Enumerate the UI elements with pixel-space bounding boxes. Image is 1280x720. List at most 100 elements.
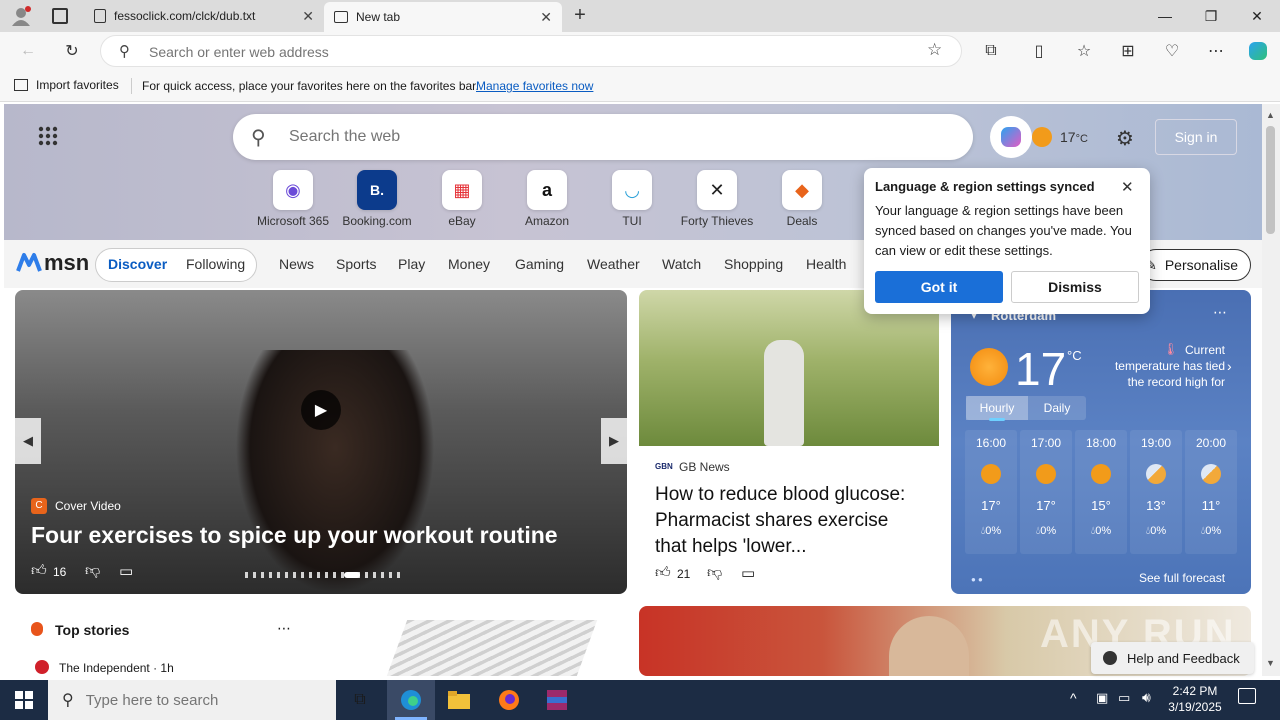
taskbar-search-input[interactable] [85,691,316,709]
like-icon[interactable]: 👍︎ [31,562,47,580]
restore-button[interactable]: ❐ [1188,0,1234,32]
help-feedback-button[interactable]: Help and Feedback [1091,642,1254,674]
tile-booking[interactable]: B. Booking.com [334,170,420,228]
more-menu-icon[interactable]: ⋯ [1200,35,1232,67]
product-card[interactable] [327,606,627,676]
profile-icon[interactable] [10,6,32,26]
minimize-button[interactable]: — [1142,0,1188,32]
news-title[interactable]: How to reduce blood glucose: Pharmacist … [655,482,923,560]
performance-icon[interactable]: ♡ [1156,35,1188,67]
tray-device-icon[interactable]: ▣ [1096,690,1108,706]
split-screen-icon[interactable]: ▯ [1023,35,1055,67]
close-tab-icon[interactable]: ✕ [302,8,314,25]
play-button[interactable]: ▶ [301,390,341,430]
personalise-button[interactable]: ✎ Personalise [1140,249,1251,281]
nav-news[interactable]: News [279,256,314,272]
collections-icon[interactable]: ⊞ [1112,35,1144,67]
refresh-button[interactable]: ↻ [56,35,88,67]
got-it-button[interactable]: Got it [875,271,1003,303]
comment-icon[interactable]: ▭ [741,564,755,582]
start-button[interactable] [0,680,48,720]
close-window-button[interactable]: ✕ [1234,0,1280,32]
tab-hourly[interactable]: Hourly [966,396,1028,420]
nav-health[interactable]: Health [806,256,846,272]
scroll-up-arrow[interactable]: ▲ [1266,110,1275,120]
comment-icon[interactable]: ▭ [119,562,133,580]
edge-taskbar-icon[interactable] [387,680,435,720]
task-view-icon[interactable]: ⧉ [336,680,384,720]
carousel-prev-button[interactable]: ◀ [15,418,41,464]
file-explorer-icon[interactable] [435,680,483,720]
nav-gaming[interactable]: Gaming [515,256,564,272]
scroll-down-arrow[interactable]: ▼ [1266,658,1275,668]
tray-chevron-icon[interactable]: ^ [1070,690,1077,706]
page-scrollbar[interactable]: ▲ ▼ [1262,104,1280,676]
import-favorites[interactable]: Import favorites [14,78,119,92]
tab-new[interactable]: New tab ✕ [324,2,562,32]
address-input[interactable] [149,42,909,62]
address-bar[interactable]: ⚲ ☆ [100,35,962,67]
import-label: Import favorites [36,78,119,92]
notifications-icon[interactable] [1238,688,1256,704]
weather-note-chevron-icon[interactable]: › [1227,358,1232,374]
carousel-dots[interactable] [245,572,401,578]
header-weather[interactable]: 17°C [1060,129,1088,145]
tab-following[interactable]: Following [186,256,245,272]
tile-microsoft-365[interactable]: ◉ Microsoft 365 [250,170,336,228]
carousel-next-button[interactable]: ▶ [601,418,627,464]
msn-logo[interactable]: msn [16,250,89,276]
weather-more-icon[interactable]: ⋯ [1213,304,1227,321]
tui-icon: ◡ [612,170,652,210]
web-search-input[interactable] [289,126,929,148]
like-icon[interactable]: 👍︎ [655,564,671,582]
tab-daily[interactable]: Daily [1028,396,1086,420]
copilot-icon[interactable] [1242,35,1274,67]
network-icon[interactable]: ▭ [1118,690,1130,706]
back-button[interactable]: ← [12,35,44,67]
apps-grid-icon[interactable] [38,126,58,146]
tile-amazon[interactable]: a Amazon [504,170,590,228]
firefox-icon[interactable] [485,680,533,720]
top-stories-more-icon[interactable]: ⋯ [277,620,291,637]
weather-page-dots[interactable]: ● ● [971,575,983,584]
sign-in-button[interactable]: Sign in [1155,119,1237,155]
volume-icon[interactable]: 🔊︎ [1142,689,1151,706]
see-full-forecast-link[interactable]: See full forecast [1139,571,1225,585]
tab-actions-icon[interactable] [52,8,68,24]
extensions-icon[interactable]: ⧉ [975,35,1007,67]
dismiss-button[interactable]: Dismiss [1011,271,1139,303]
manage-favorites-link[interactable]: Manage favorites now [476,79,593,93]
nav-play[interactable]: Play [398,256,425,272]
copilot-avatar[interactable] [990,116,1032,158]
new-tab-button[interactable]: + [568,4,592,28]
feature-title[interactable]: Four exercises to spice up your workout … [31,522,558,549]
nav-shopping[interactable]: Shopping [724,256,783,272]
weather-sun-icon [970,348,1008,386]
close-tab-icon[interactable]: ✕ [540,9,552,26]
tile-ebay[interactable]: ▦ eBay [419,170,505,228]
tile-forty-thieves[interactable]: ✕ Forty Thieves [674,170,760,228]
taskbar-search[interactable]: ⚲ [48,680,336,720]
feature-video-card[interactable]: ▶ ◀ ▶ C Cover Video Four exercises to sp… [15,290,627,594]
weather-card[interactable]: ▾ Rotterdam ⋯ 17 °C 🌡︎ Current temperatu… [951,290,1251,594]
tab-file[interactable]: fessoclick.com/clck/dub.txt ✕ [84,0,324,32]
favorite-star-icon[interactable]: ☆ [927,40,942,60]
weather-note[interactable]: Current temperature has tied the record … [1101,342,1225,390]
dislike-icon[interactable]: 👎︎ [85,562,100,580]
tile-tui[interactable]: ◡ TUI [589,170,675,228]
clock[interactable]: 2:42 PM 3/19/2025 [1168,683,1222,715]
tab-discover[interactable]: Discover [108,256,167,272]
scroll-thumb[interactable] [1266,126,1275,234]
nav-sports[interactable]: Sports [336,256,376,272]
nav-money[interactable]: Money [448,256,490,272]
tile-deals[interactable]: ◆ Deals [759,170,845,228]
favorites-icon[interactable]: ☆ [1068,35,1100,67]
nav-weather[interactable]: Weather [587,256,640,272]
popup-close-icon[interactable]: ✕ [1121,178,1134,196]
nav-watch[interactable]: Watch [662,256,701,272]
news-card[interactable]: GBN GB News How to reduce blood glucose:… [639,290,939,594]
winrar-icon[interactable] [533,680,581,720]
dislike-icon[interactable]: 👎︎ [707,564,722,582]
settings-gear-icon[interactable]: ⚙ [1116,126,1134,151]
web-search-box[interactable]: ⚲ [233,114,973,160]
